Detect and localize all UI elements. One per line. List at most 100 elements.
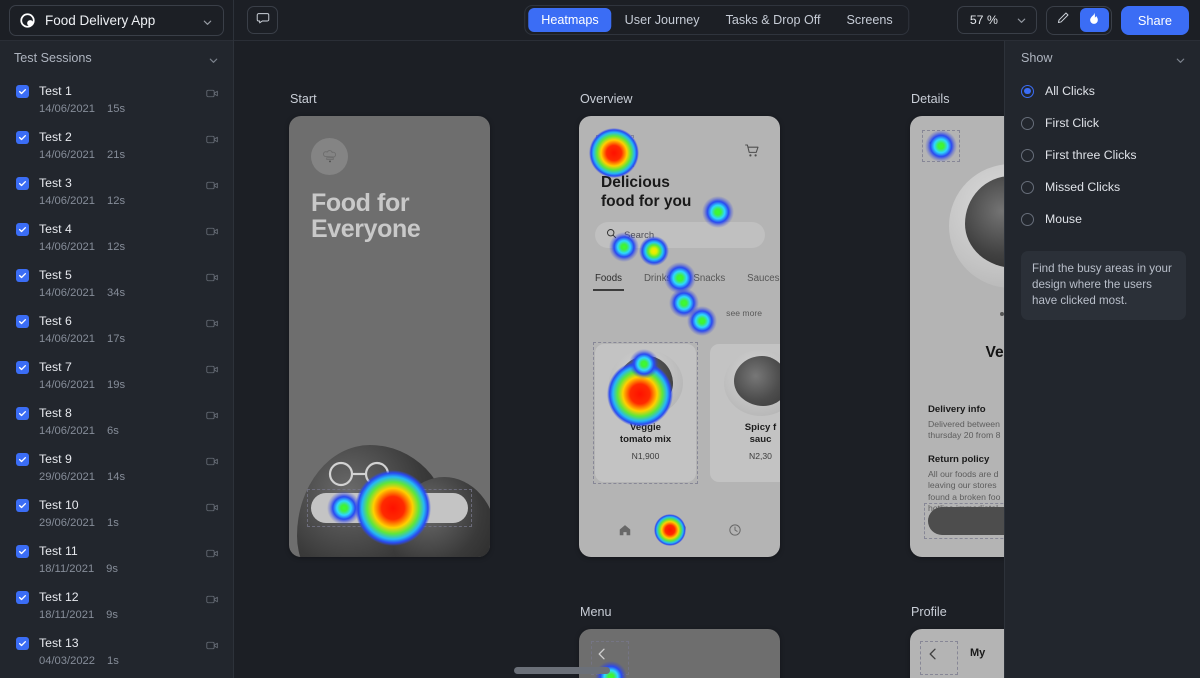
- video-camera-icon[interactable]: [206, 638, 219, 650]
- test-session-row[interactable]: Test 10 29/06/2021 1s: [0, 490, 233, 536]
- history-icon[interactable]: [728, 523, 742, 542]
- heatmap-tool-button[interactable]: [1079, 8, 1109, 32]
- session-checkbox[interactable]: [16, 637, 29, 650]
- radio-button[interactable]: [1021, 84, 1034, 98]
- bottom-nav[interactable]: [579, 519, 780, 545]
- tab-screens[interactable]: Screens: [834, 8, 906, 32]
- session-checkbox[interactable]: [16, 85, 29, 98]
- test-session-row[interactable]: Test 3 14/06/2021 12s: [0, 168, 233, 214]
- heart-icon[interactable]: [673, 523, 687, 542]
- category-tab-foods[interactable]: Foods: [593, 273, 624, 291]
- test-session-row[interactable]: Test 2 14/06/2021 21s: [0, 122, 233, 168]
- video-camera-icon[interactable]: [206, 546, 219, 558]
- video-camera-icon[interactable]: [206, 132, 219, 144]
- test-sessions-header[interactable]: Test Sessions: [0, 41, 233, 75]
- video-camera-icon[interactable]: [206, 592, 219, 604]
- test-session-row[interactable]: Test 5 14/06/2021 34s: [0, 260, 233, 306]
- category-tabs[interactable]: Foods Drinks Snacks Sauces: [593, 273, 779, 291]
- start-title: Food for Everyone: [311, 189, 421, 243]
- screen-label-start: Start: [290, 92, 317, 106]
- session-checkbox[interactable]: [16, 177, 29, 190]
- product-card[interactable]: Spicy f sauc N2,30: [710, 344, 780, 482]
- video-camera-icon[interactable]: [206, 224, 219, 236]
- search-input[interactable]: Search: [595, 222, 765, 248]
- radio-button[interactable]: [1021, 212, 1034, 226]
- project-selector[interactable]: Food Delivery App: [9, 4, 224, 36]
- session-checkbox[interactable]: [16, 407, 29, 420]
- share-button[interactable]: Share: [1120, 5, 1189, 35]
- category-tab-drinks[interactable]: Drinks: [644, 273, 671, 284]
- session-date: 14/06/2021: [39, 195, 95, 207]
- video-camera-icon[interactable]: [206, 500, 219, 512]
- screen-menu[interactable]: Menu: [579, 605, 780, 678]
- show-option-first-three-clicks[interactable]: First three Clicks: [1005, 139, 1200, 171]
- radio-button[interactable]: [1021, 180, 1034, 194]
- test-session-row[interactable]: Test 1 14/06/2021 15s: [0, 76, 233, 122]
- heat-spot: [669, 288, 699, 318]
- video-camera-icon[interactable]: [206, 362, 219, 374]
- show-option-first-click[interactable]: First Click: [1005, 107, 1200, 139]
- tab-user-journey[interactable]: User Journey: [612, 8, 713, 32]
- tab-tasks-drop-off[interactable]: Tasks & Drop Off: [713, 8, 834, 32]
- category-tab-sauces[interactable]: Sauces: [747, 273, 779, 284]
- comment-button[interactable]: [247, 6, 278, 34]
- test-session-row[interactable]: Test 4 14/06/2021 12s: [0, 214, 233, 260]
- zoom-level-select[interactable]: 57 %: [956, 6, 1037, 34]
- session-duration: 17s: [107, 333, 126, 345]
- session-sub: 14/06/2021 12s: [39, 195, 196, 207]
- show-options-header[interactable]: Show: [1005, 41, 1200, 75]
- chevron-down-icon: [1016, 15, 1027, 26]
- phone-frame-overview[interactable]: Delicious food for you Search Foods Drin…: [579, 116, 780, 557]
- video-camera-icon[interactable]: [206, 178, 219, 190]
- video-camera-icon[interactable]: [206, 454, 219, 466]
- profile-title: My: [970, 647, 986, 659]
- horizontal-scrollbar[interactable]: [514, 667, 610, 674]
- see-more-link[interactable]: see more: [726, 308, 762, 318]
- session-checkbox[interactable]: [16, 315, 29, 328]
- session-meta: Test 11 18/11/2021 9s: [39, 542, 196, 575]
- category-tab-snacks[interactable]: Snacks: [693, 273, 725, 284]
- tab-heatmaps[interactable]: Heatmaps: [528, 8, 612, 32]
- glasses-illustration: [315, 461, 425, 487]
- session-meta: Test 8 14/06/2021 6s: [39, 404, 196, 437]
- test-sessions-label: Test Sessions: [14, 51, 92, 65]
- test-session-row[interactable]: Test 13 04/03/2022 1s: [0, 628, 233, 674]
- product-price: N2,30: [749, 451, 772, 461]
- show-option-mouse[interactable]: Mouse: [1005, 203, 1200, 235]
- session-date: 14/06/2021: [39, 287, 95, 299]
- video-camera-icon[interactable]: [206, 316, 219, 328]
- session-checkbox[interactable]: [16, 545, 29, 558]
- phone-frame-start[interactable]: Food for Everyone: [289, 116, 490, 557]
- show-option-missed-clicks[interactable]: Missed Clicks: [1005, 171, 1200, 203]
- session-checkbox[interactable]: [16, 131, 29, 144]
- test-session-row[interactable]: Test 8 14/06/2021 6s: [0, 398, 233, 444]
- home-icon[interactable]: [618, 523, 632, 542]
- test-session-row[interactable]: Test 11 18/11/2021 9s: [0, 536, 233, 582]
- radio-button[interactable]: [1021, 148, 1034, 162]
- test-session-row[interactable]: Test 7 14/06/2021 19s: [0, 352, 233, 398]
- video-camera-icon[interactable]: [206, 270, 219, 282]
- screen-overview[interactable]: Overview Delicious food for you Search F…: [579, 92, 780, 557]
- session-checkbox[interactable]: [16, 361, 29, 374]
- session-checkbox[interactable]: [16, 223, 29, 236]
- pen-tool-button[interactable]: [1049, 8, 1078, 32]
- session-checkbox[interactable]: [16, 269, 29, 282]
- session-checkbox[interactable]: [16, 499, 29, 512]
- shopping-cart-icon[interactable]: [744, 143, 760, 159]
- screen-start[interactable]: Start Food for Everyone: [289, 92, 490, 557]
- selection-outline: [596, 135, 634, 167]
- project-name: Food Delivery App: [45, 12, 156, 28]
- session-sub: 18/11/2021 9s: [39, 563, 196, 575]
- test-session-row[interactable]: Test 6 14/06/2021 17s: [0, 306, 233, 352]
- session-checkbox[interactable]: [16, 453, 29, 466]
- session-name: Test 9: [39, 452, 72, 466]
- test-session-row[interactable]: Test 12 18/11/2021 9s: [0, 582, 233, 628]
- show-option-all-clicks[interactable]: All Clicks: [1005, 75, 1200, 107]
- video-camera-icon[interactable]: [206, 86, 219, 98]
- video-camera-icon[interactable]: [206, 408, 219, 420]
- session-name: Test 13: [39, 636, 79, 650]
- session-sub: 14/06/2021 34s: [39, 287, 196, 299]
- test-session-row[interactable]: Test 9 29/06/2021 14s: [0, 444, 233, 490]
- radio-button[interactable]: [1021, 116, 1034, 130]
- session-checkbox[interactable]: [16, 591, 29, 604]
